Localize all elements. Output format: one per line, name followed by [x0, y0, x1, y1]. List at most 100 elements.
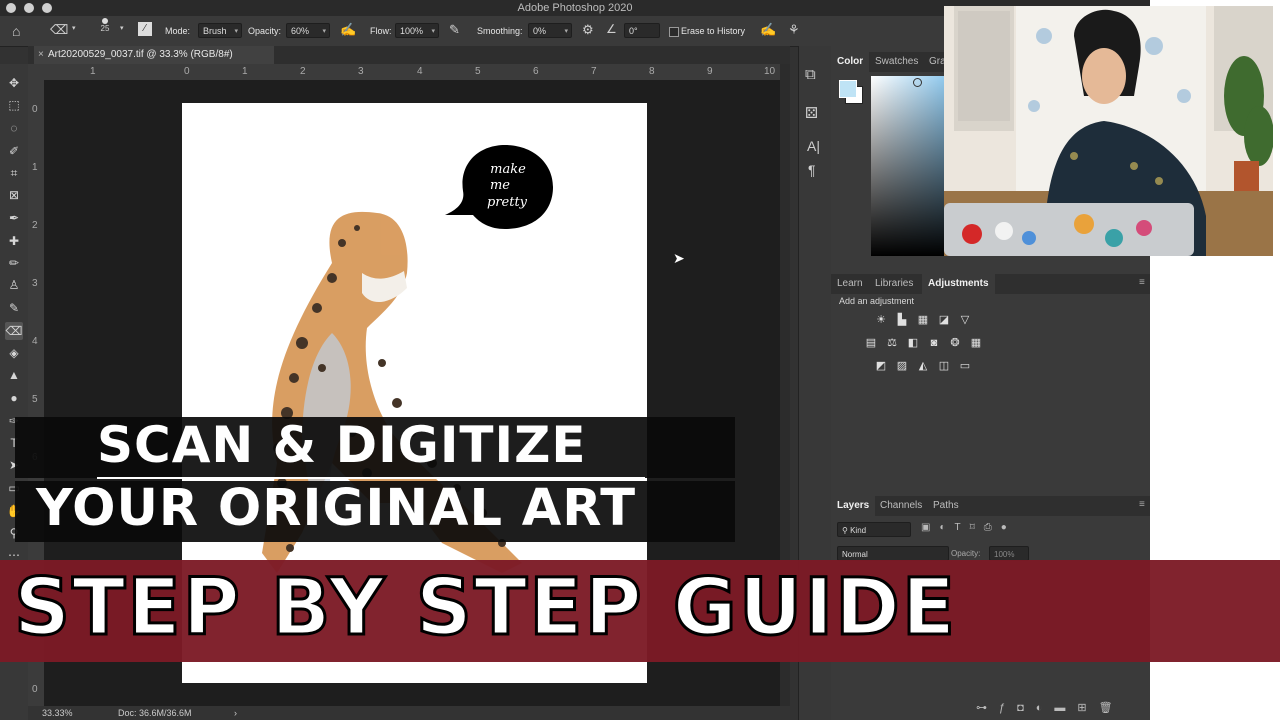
black-white-icon[interactable]: ◧ [906, 337, 920, 349]
blur-tool-icon[interactable]: ▲ [5, 366, 23, 384]
symmetry-icon[interactable]: ⚘ [788, 22, 800, 38]
airbrush-icon[interactable]: ✎ [449, 22, 460, 38]
smoothing-label: Smoothing: [477, 26, 523, 36]
add-adjustment-label: Add an adjustment [839, 296, 915, 306]
threshold-icon[interactable]: ◭ [916, 360, 930, 372]
chevron-down-icon[interactable]: ▾ [120, 24, 124, 32]
paragraph-panel-icon[interactable]: ¶ [808, 162, 816, 178]
quick-select-tool-icon[interactable]: ✐ [5, 142, 23, 160]
zoom-level[interactable]: 33.33% [42, 706, 73, 720]
status-menu-arrow[interactable]: › [234, 706, 237, 720]
color-picker-handle[interactable] [913, 78, 922, 87]
frame-tool-icon[interactable]: ⊠ [5, 186, 23, 204]
photo-filter-icon[interactable]: ◙ [927, 337, 941, 349]
tab-color[interactable]: Color [831, 52, 870, 72]
layers-footer-icons[interactable]: ⊶ƒ◘◐▬⊞🗑 [976, 701, 1125, 714]
smoothing-field[interactable]: 0% ▾ [528, 23, 572, 38]
angle-icon: ∠ [606, 22, 617, 36]
ruler-tick: 7 [591, 66, 597, 77]
smoothing-value: 0% [533, 26, 547, 36]
opacity-label: Opacity: [248, 26, 282, 36]
color-balance-icon[interactable]: ⚖ [885, 337, 899, 349]
ruler-tick: 4 [417, 66, 423, 77]
blend-mode-select[interactable]: Normal [837, 546, 949, 561]
dodge-tool-icon[interactable]: ● [5, 389, 23, 407]
flow-field[interactable]: 100% ▾ [395, 23, 439, 38]
gear-icon[interactable]: ⚙ [582, 22, 594, 38]
vibrance-icon[interactable]: ▽ [958, 314, 972, 326]
mode-label: Mode: [165, 26, 191, 36]
ruler-tick: 4 [32, 336, 38, 347]
document-tab-bar: × Art20200529_0037.tif @ 33.3% (RGB/8#) [28, 46, 790, 65]
ruler-tick: 1 [242, 66, 248, 77]
properties-panel-icon[interactable]: ⚄ [805, 104, 818, 122]
layer-kind-filter[interactable]: ⚲ Kind [837, 522, 911, 537]
layer-opacity-value: 100% [994, 550, 1015, 559]
opacity-field[interactable]: 60% ▾ [286, 23, 330, 38]
home-icon[interactable]: ⌂ [12, 23, 20, 39]
tab-swatches[interactable]: Swatches [869, 52, 924, 72]
gradient-map-icon[interactable]: ▭ [958, 360, 972, 372]
brush-preset-picker[interactable]: 25 [96, 18, 114, 33]
overlay-title-line-1: SCAN & DIGITIZE [97, 416, 587, 474]
angle-field[interactable]: 0° [624, 23, 660, 38]
tab-paths[interactable]: Paths [927, 496, 965, 516]
foreground-color-swatch[interactable] [839, 80, 857, 98]
lasso-tool-icon[interactable]: ◌ [5, 119, 23, 137]
crop-tool-icon[interactable]: ⌗ [5, 164, 23, 182]
bubble-line-3: pretty [487, 195, 528, 210]
move-tool-icon[interactable]: ✥ [5, 74, 23, 92]
speech-bubble: make me pretty [445, 143, 555, 231]
mode-select[interactable]: Brush ▾ [198, 23, 242, 38]
history-panel-icon[interactable]: ⧉ [805, 66, 816, 83]
exposure-icon[interactable]: ◪ [937, 314, 951, 326]
erase-to-history-checkbox[interactable] [669, 27, 679, 37]
selective-color-icon[interactable]: ◫ [937, 360, 951, 372]
search-icon: ⚲ [842, 526, 851, 535]
levels-icon[interactable]: ▙ [895, 314, 909, 326]
character-panel-icon[interactable]: A| [807, 138, 820, 154]
history-brush-tool-icon[interactable]: ✎ [5, 299, 23, 317]
eyedropper-tool-icon[interactable]: ✒ [5, 209, 23, 227]
brightness-icon[interactable]: ☀ [874, 314, 888, 326]
healing-brush-tool-icon[interactable]: ✚ [5, 232, 23, 250]
tab-libraries[interactable]: Libraries [869, 274, 919, 294]
hue-saturation-icon[interactable]: ▤ [864, 337, 878, 349]
panel-menu-icon[interactable]: ≡ [1139, 277, 1145, 288]
tab-learn[interactable]: Learn [831, 274, 869, 294]
curves-icon[interactable]: ▦ [916, 314, 930, 326]
document-size: Doc: 36.6M/36.6M [118, 708, 192, 718]
pressure-opacity-icon[interactable]: ✍ [340, 22, 356, 38]
clone-stamp-tool-icon[interactable]: ♙ [5, 276, 23, 294]
ruler-tick: 2 [300, 66, 306, 77]
brush-settings-icon[interactable]: ⁄ [138, 22, 152, 36]
pressure-size-icon[interactable]: ✍ [760, 22, 776, 38]
tab-layers[interactable]: Layers [831, 496, 876, 516]
ruler-tick: 0 [32, 104, 38, 115]
layer-filter-icons[interactable]: ▣◐T⌑⎙● [921, 522, 1016, 533]
tab-channels[interactable]: Channels [874, 496, 928, 516]
color-picker-field[interactable] [871, 76, 947, 256]
chevron-down-icon: ▾ [431, 28, 435, 35]
close-tab-icon[interactable]: × [38, 46, 44, 64]
marquee-tool-icon[interactable]: ⬚ [5, 96, 23, 114]
eraser-tool-preset-icon[interactable]: ⌫ [50, 22, 68, 38]
ruler-tick: 3 [32, 278, 38, 289]
webcam-video [944, 6, 1273, 256]
invert-icon[interactable]: ◩ [874, 360, 888, 372]
posterize-icon[interactable]: ▨ [895, 360, 909, 372]
panel-menu-icon[interactable]: ≡ [1139, 499, 1145, 510]
chevron-down-icon[interactable]: ▾ [72, 24, 76, 32]
tab-adjustments[interactable]: Adjustments [922, 274, 995, 294]
chevron-down-icon: ▾ [322, 28, 326, 35]
paint-bucket-tool-icon[interactable]: ◈ [5, 344, 23, 362]
color-lookup-icon[interactable]: ▦ [969, 337, 983, 349]
status-bar: 33.33% Doc: 36.6M/36.6M › [28, 706, 790, 720]
ruler-tick: 2 [32, 220, 38, 231]
eraser-tool-icon[interactable]: ⌫ [5, 322, 23, 340]
layer-opacity-field[interactable]: 100% [989, 546, 1029, 561]
brush-tool-icon[interactable]: ✏ [5, 254, 23, 272]
channel-mixer-icon[interactable]: ❂ [948, 337, 962, 349]
document-tab[interactable]: × Art20200529_0037.tif @ 33.3% (RGB/8#) [34, 46, 274, 64]
ruler-tick: 9 [707, 66, 713, 77]
